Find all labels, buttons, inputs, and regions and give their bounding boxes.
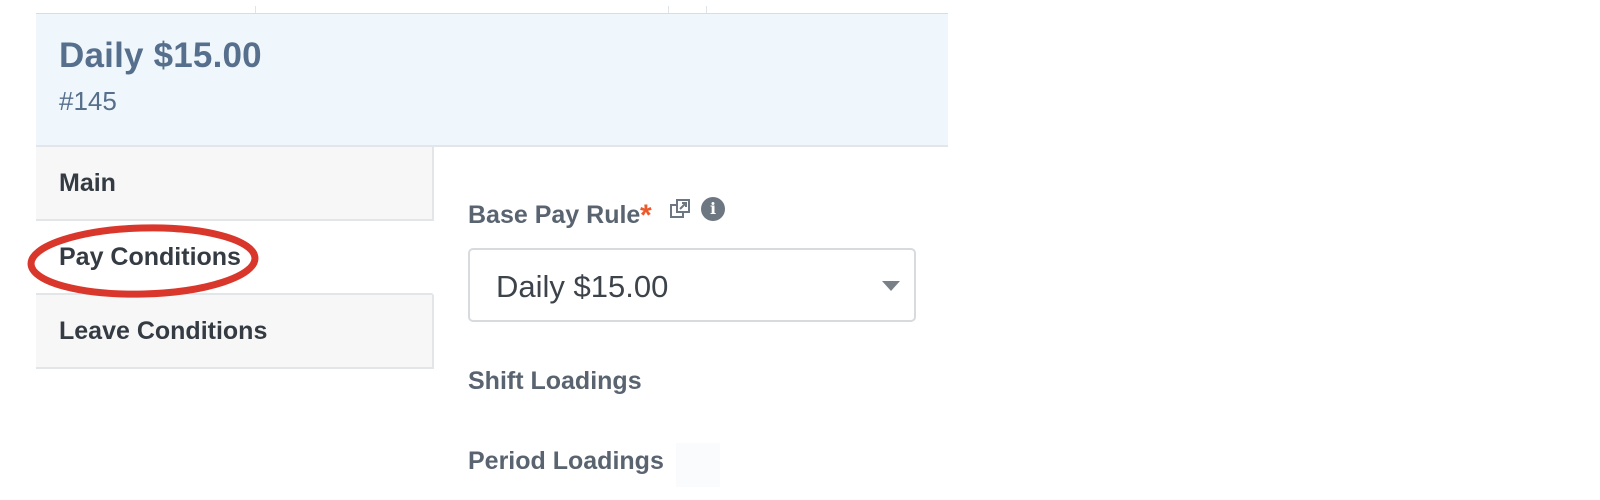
tab-leave-conditions[interactable]: Leave Conditions	[36, 295, 434, 369]
loading-placeholder	[676, 443, 720, 487]
info-icon[interactable]: i	[701, 197, 725, 221]
tab-label: Pay Conditions	[59, 243, 241, 271]
record-header: Daily $15.00 #145	[36, 14, 948, 147]
tab-pay-conditions[interactable]: Pay Conditions	[36, 221, 434, 295]
period-loadings-heading[interactable]: Period Loadings	[468, 447, 664, 476]
top-toolbar-strip	[36, 0, 948, 14]
tab-main[interactable]: Main	[36, 147, 434, 221]
detail-panel: Daily $15.00 #145 Main Pay Conditions Le…	[27, 0, 948, 500]
select-value: Daily $15.00	[496, 269, 669, 304]
toolbar-divider	[706, 6, 707, 13]
record-title: Daily $15.00	[59, 36, 262, 75]
toolbar-divider	[668, 6, 669, 13]
tab-label: Main	[59, 169, 116, 197]
record-id: #145	[59, 86, 117, 116]
section-tabs: Main Pay Conditions Leave Conditions	[36, 147, 434, 369]
base-pay-rule-select[interactable]: Daily $15.00	[468, 248, 916, 322]
shift-loadings-heading[interactable]: Shift Loadings	[468, 367, 642, 396]
tab-label: Leave Conditions	[59, 317, 268, 345]
chevron-down-icon	[882, 281, 900, 291]
external-link-icon[interactable]	[668, 197, 692, 221]
base-pay-rule-label: Base Pay Rule	[468, 201, 641, 229]
toolbar-divider	[255, 6, 256, 13]
required-marker: *	[640, 199, 652, 232]
